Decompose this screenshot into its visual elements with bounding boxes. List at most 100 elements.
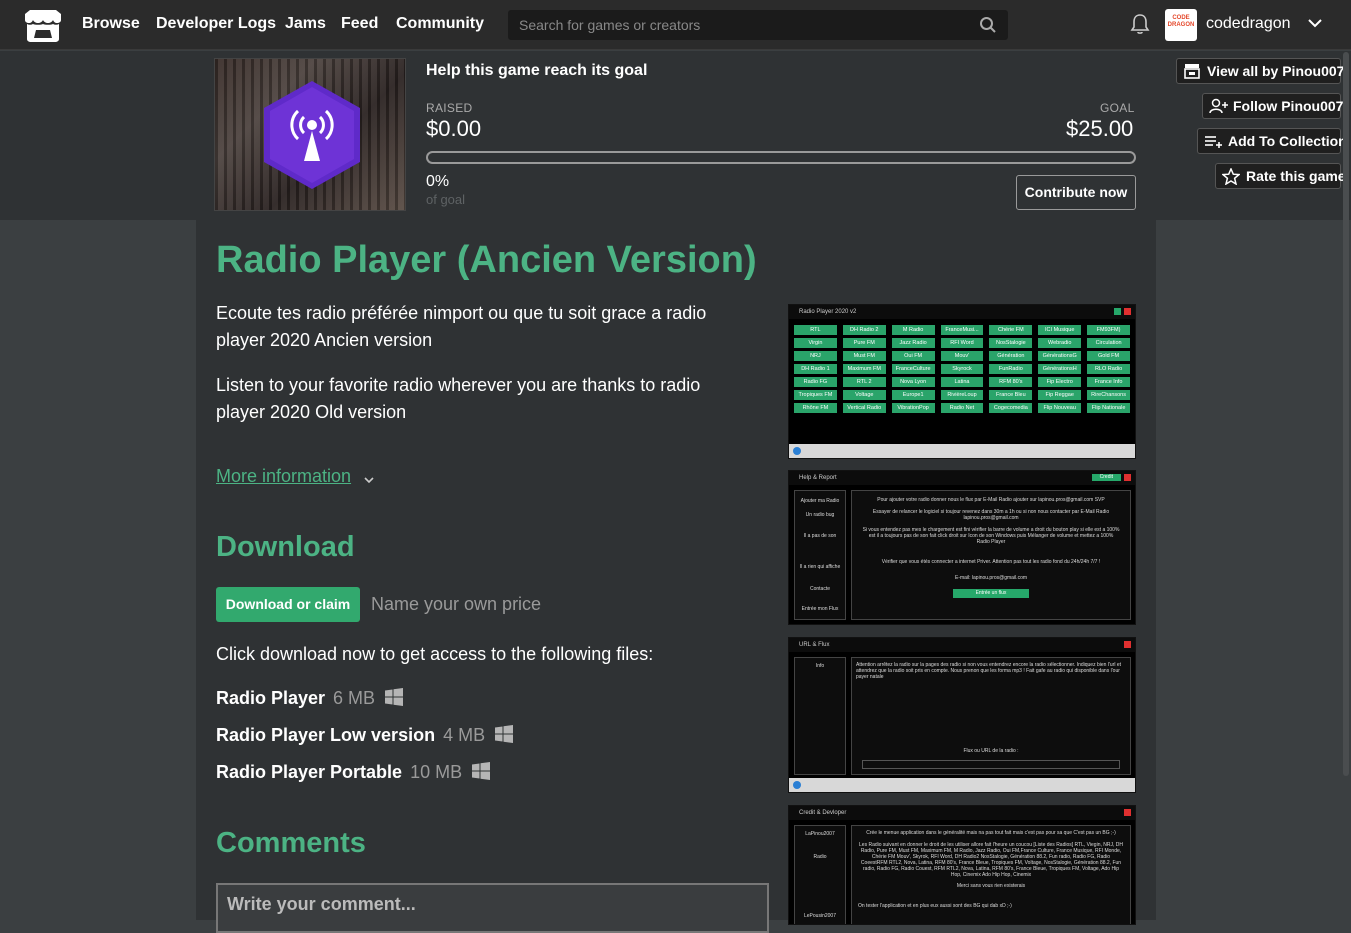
player-controls [789, 444, 1135, 458]
station-button: RivièreLoup [940, 390, 984, 400]
goal-value: $25.00 [1066, 116, 1134, 141]
screenshot-3[interactable]: URL & Flux Info Attention arrêtez la rad… [788, 637, 1136, 793]
station-button: FranceMusi... [940, 325, 984, 335]
credit-side-label: LePousin2007 [804, 913, 836, 919]
station-button: Flip Nationale [1087, 403, 1130, 413]
station-button: Radio FG [794, 377, 837, 387]
station-button: Mouv' [940, 351, 984, 361]
station-button: ICI Musique [1038, 325, 1082, 335]
file-row: Radio Player 6 MB [216, 688, 404, 709]
description-english: Listen to your favorite radio wherever y… [216, 375, 701, 422]
url-content: Attention arrêtez la radio sur la pages … [851, 657, 1131, 775]
notification-bell-icon[interactable] [1130, 13, 1150, 35]
add-to-list-icon [1205, 136, 1222, 148]
game-cover-image [214, 58, 406, 211]
help-menu-item: Ajouter ma Radio [800, 498, 840, 504]
chevron-down-icon[interactable] [362, 473, 376, 487]
station-button: Nova Lyon [891, 377, 935, 387]
avatar[interactable]: CODE DRAGON [1165, 9, 1197, 41]
station-button: Fip Electro [1038, 377, 1082, 387]
station-button: FM93FM) [1087, 325, 1130, 335]
station-button: Tropiques FM [794, 390, 837, 400]
top-navigation: Browse Developer Logs Jams Feed Communit… [0, 0, 1351, 50]
search-input[interactable]: Search for games or creators [508, 10, 1008, 40]
username[interactable]: codedragon [1206, 15, 1291, 33]
station-button: RFI Word [940, 338, 984, 348]
file-name: Radio Player Low version [216, 725, 436, 745]
station-button: DH Radio 2 [842, 325, 886, 335]
station-button: Pure FM [842, 338, 886, 348]
screenshot-1[interactable]: Radio Player 2020 v2 RTL DH Radio 2 M Radi… [788, 304, 1136, 459]
game-title: Radio Player (Ancien Version) [216, 239, 757, 281]
help-menu-item: Il a pas de son [803, 533, 837, 539]
follow-button[interactable]: Follow Pinou007 [1202, 93, 1344, 119]
window-titlebar: Credit & Devloper [789, 806, 1135, 820]
window-title: Credit & Devloper [799, 810, 847, 816]
add-user-icon [1209, 98, 1228, 114]
station-button: Must FM [842, 351, 886, 361]
add-to-collection-button[interactable]: Add To Collection [1197, 128, 1347, 154]
station-button: DH Radio 1 [794, 364, 837, 374]
download-heading: Download [216, 531, 355, 563]
rate-game-label: Rate this game [1246, 168, 1346, 184]
station-button: Oui FM [891, 351, 935, 361]
view-all-label: View all by Pinou007 [1207, 63, 1345, 79]
credit-side-panel: LaPinou2007 Radio LePousin2007 [794, 825, 846, 924]
download-instructions: Click download now to get access to the … [216, 644, 654, 664]
url-side-panel: Info [794, 657, 846, 775]
windows-icon [495, 725, 514, 743]
download-or-claim-button[interactable]: Download or claim [216, 587, 360, 622]
station-button: RTL 2 [842, 377, 886, 387]
url-field [862, 760, 1120, 769]
follow-label: Follow Pinou007 [1233, 98, 1344, 114]
goal-band [0, 51, 1351, 220]
station-button: Skyrock [940, 364, 984, 374]
window-titlebar: Help & Report Credit [789, 471, 1135, 485]
station-button: Virgin [794, 338, 837, 348]
itchio-logo-icon[interactable] [22, 8, 64, 44]
name-your-price-text: Name your own price [371, 594, 542, 614]
more-information-link[interactable]: More information [216, 466, 351, 487]
goal-percent: 0% [426, 173, 450, 190]
station-button: FunRadio [989, 364, 1033, 374]
avatar-text: CODE DRAGON [1167, 15, 1195, 28]
comment-input[interactable]: Write your comment... [216, 883, 769, 933]
help-menu-item: Entrée mon Flux [801, 606, 839, 612]
comment-placeholder: Write your comment... [227, 894, 416, 914]
station-button: Chérie FM [989, 325, 1033, 335]
rate-game-button[interactable]: Rate this game [1215, 163, 1346, 189]
page-scrollbar[interactable] [1343, 52, 1349, 776]
help-text: Vérifier que vous étés connecter a inter… [881, 559, 1101, 565]
station-button: RLO Radio [1087, 364, 1130, 374]
screenshot-4[interactable]: Credit & Devloper LaPinou2007 Radio LePo… [788, 805, 1136, 925]
station-button: GénérationsG [1038, 351, 1082, 361]
help-menu-item: Il a rien qui affiche [799, 564, 841, 570]
chevron-down-icon[interactable] [1306, 14, 1324, 32]
search-icon[interactable] [979, 16, 997, 34]
contribute-button[interactable]: Contribute now [1016, 175, 1136, 210]
station-button: France Info [1087, 377, 1130, 387]
search-placeholder: Search for games or creators [519, 17, 701, 33]
add-to-collection-label: Add To Collection [1228, 133, 1347, 149]
station-button: GénérationsH [1038, 364, 1082, 374]
window-titlebar: URL & Flux [789, 638, 1135, 652]
file-size: 4 MB [443, 725, 486, 745]
help-text: Si vous entendez pas mes le chargement e… [862, 527, 1120, 545]
station-button: France Bleu [989, 390, 1033, 400]
station-grid: RTL DH Radio 2 M Radio FranceMusi... Chérie … [789, 319, 1135, 419]
station-button: Europe1 [891, 390, 935, 400]
nav-developer-logs[interactable]: Developer Logs [156, 15, 276, 33]
file-row: Radio Player Portable 10 MB [216, 762, 491, 783]
nav-jams[interactable]: Jams [285, 15, 326, 33]
nav-browse[interactable]: Browse [82, 15, 140, 33]
description-french: Ecoute tes radio préférée nimport ou que… [216, 303, 707, 350]
station-button: Maximum FM [842, 364, 886, 374]
help-text: E-mail: lapinou.pros@gmail.com [954, 575, 1028, 581]
nav-feed[interactable]: Feed [341, 15, 378, 33]
screenshot-2[interactable]: Help & Report Credit Ajouter ma Radio Un … [788, 470, 1136, 625]
window-title: Help & Report [799, 475, 837, 481]
goal-progress-bar [426, 151, 1136, 164]
nav-community[interactable]: Community [396, 15, 484, 33]
station-button: RFM 80's [989, 377, 1033, 387]
view-all-button[interactable]: View all by Pinou007 [1176, 58, 1345, 84]
